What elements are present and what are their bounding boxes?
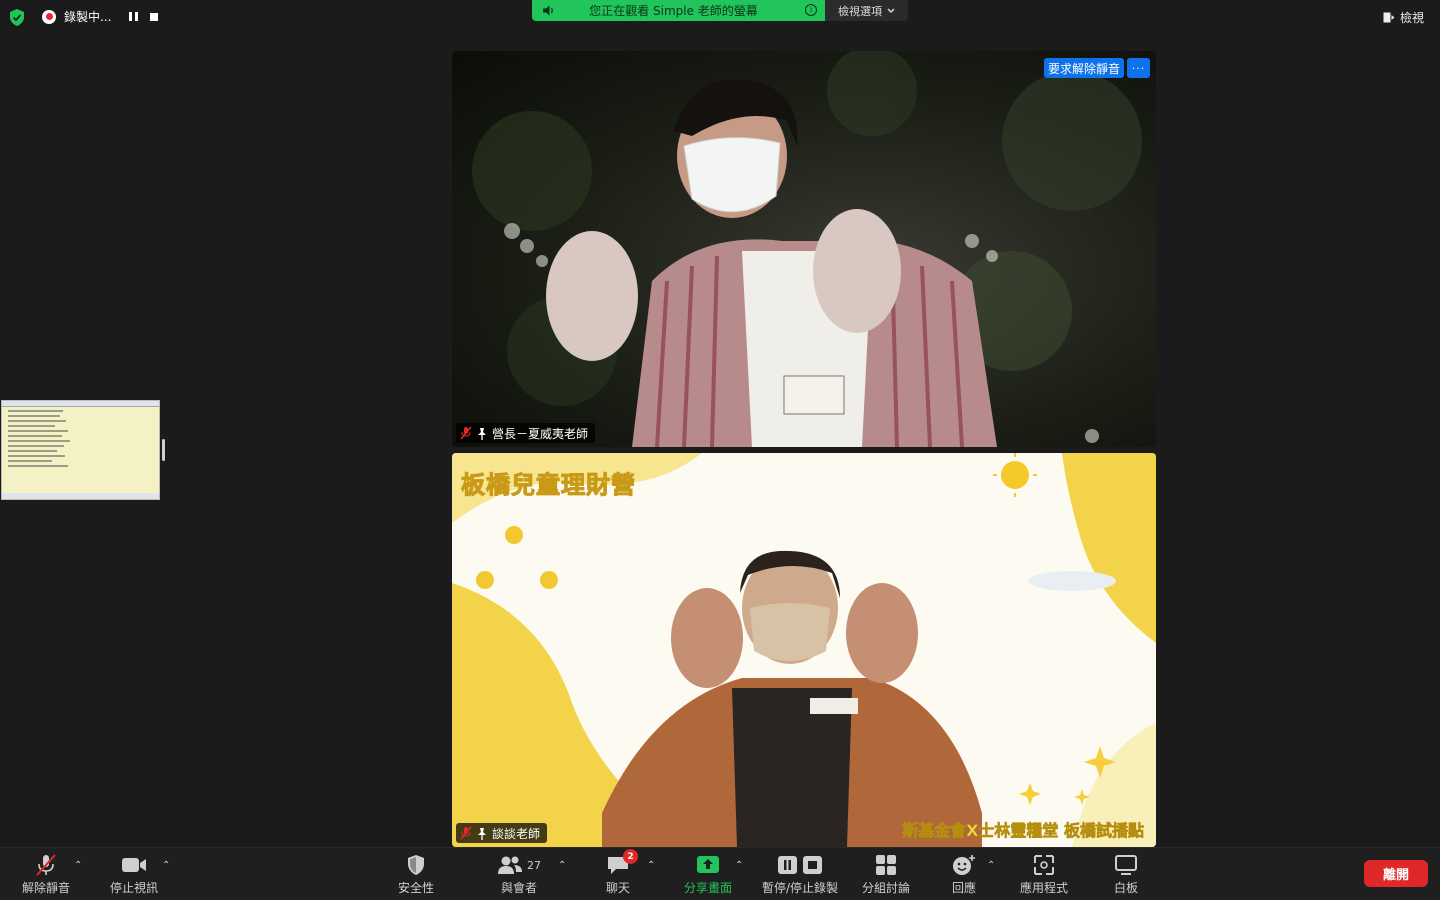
virtual-background: [452, 453, 1156, 847]
security-shield-icon[interactable]: [9, 9, 25, 26]
participant-video: [472, 51, 1142, 447]
view-button[interactable]: 檢視: [1383, 9, 1424, 26]
recording-dot-icon: [42, 9, 56, 24]
pause-recording-icon[interactable]: [129, 12, 139, 21]
pause-stop-recording-button[interactable]: 暫停/停止錄製: [762, 854, 838, 896]
participant-name-tag: 談談老師: [456, 823, 548, 843]
participant-name-tag: 營長－夏威夷老師: [456, 423, 596, 443]
reactions-label: 回應: [952, 881, 977, 895]
mic-muted-icon: [36, 854, 56, 876]
shield-icon: [408, 855, 424, 875]
thumbnail-resize-handle[interactable]: [162, 439, 165, 461]
participants-label: 與會者: [500, 881, 537, 895]
view-label: 檢視: [1399, 11, 1424, 25]
chevron-down-icon: [887, 8, 895, 13]
breakout-rooms-button[interactable]: 分組討論: [862, 854, 910, 896]
view-options-label: 檢視選項: [838, 4, 882, 18]
chat-label: 聊天: [606, 881, 631, 895]
share-status: 您正在觀看 Simple 老師的螢幕 i: [532, 0, 825, 21]
screen-share-banner: 您正在觀看 Simple 老師的螢幕 i 檢視選項: [532, 0, 908, 21]
video-tile-speaker[interactable]: 板橋兒童理財營 斯基金會X士林靈糧堂 板橋試播點 談談老師: [452, 453, 1156, 847]
audio-options-caret-icon[interactable]: ⌃: [74, 860, 82, 871]
apps-icon: [1034, 855, 1054, 875]
background-subtitle: 斯基金會X士林靈糧堂 板橋試播點: [902, 821, 1145, 841]
speaker-icon[interactable]: [542, 5, 556, 16]
stop-recording-icon[interactable]: [150, 12, 159, 21]
breakout-rooms-label: 分組討論: [862, 881, 911, 895]
info-icon[interactable]: i: [805, 4, 817, 16]
smiley-icon: [953, 855, 975, 875]
breakout-rooms-icon: [876, 855, 896, 875]
video-tile-host[interactable]: 要求解除靜音 ··· 營長－夏威夷老師: [452, 51, 1156, 447]
apps-button[interactable]: 應用程式: [1020, 854, 1068, 896]
whiteboard-button[interactable]: 白板: [1114, 854, 1138, 896]
security-label: 安全性: [398, 881, 435, 895]
participant-name: 營長－夏威夷老師: [492, 426, 589, 441]
more-options-button[interactable]: ···: [1127, 58, 1150, 78]
chat-options-caret-icon[interactable]: ⌃: [647, 860, 655, 871]
share-screen-label: 分享畫面: [684, 881, 733, 895]
pause-stop-recording-icon: [778, 856, 823, 874]
share-screen-button[interactable]: 分享畫面: [684, 854, 732, 896]
background-title: 板橋兒童理財營: [461, 471, 636, 500]
unmute-label: 解除靜音: [22, 881, 71, 895]
request-unmute-button[interactable]: 要求解除靜音: [1043, 58, 1124, 78]
pause-stop-recording-label: 暫停/停止錄製: [762, 881, 839, 895]
whiteboard-icon: [1115, 855, 1137, 875]
chat-unread-badge: 2: [623, 849, 638, 864]
view-options-button[interactable]: 檢視選項: [825, 0, 908, 21]
share-screen-icon: [697, 856, 719, 873]
pin-icon: [478, 827, 486, 840]
leave-meeting-button[interactable]: 離開: [1364, 860, 1428, 887]
participants-button[interactable]: 27 與會者: [497, 854, 541, 896]
reactions-button[interactable]: 回應: [952, 854, 976, 896]
view-layout-icon: [1383, 12, 1395, 23]
unmute-button[interactable]: 解除靜音: [22, 854, 70, 896]
mic-muted-icon: [460, 426, 472, 440]
share-banner-text: 您正在觀看 Simple 老師的螢幕: [589, 4, 758, 18]
video-camera-icon: [122, 858, 146, 872]
whiteboard-label: 白板: [1114, 881, 1139, 895]
share-options-caret-icon[interactable]: ⌃: [735, 860, 743, 871]
reactions-options-caret-icon[interactable]: ⌃: [987, 860, 995, 871]
security-button[interactable]: 安全性: [398, 854, 434, 896]
recording-label: 錄製中...: [64, 10, 112, 24]
mic-muted-icon: [460, 826, 472, 840]
stop-video-button[interactable]: 停止視訊: [110, 854, 158, 896]
recording-indicator: 錄製中...: [42, 8, 159, 25]
participants-options-caret-icon[interactable]: ⌃: [558, 860, 566, 871]
chat-button[interactable]: 2 聊天: [606, 849, 638, 896]
participants-count: 27: [527, 858, 541, 872]
apps-label: 應用程式: [1020, 881, 1069, 895]
participants-icon: [498, 856, 522, 874]
pin-icon: [478, 427, 486, 440]
shared-screen-thumbnail[interactable]: [1, 400, 160, 500]
participant-name: 談談老師: [492, 826, 541, 841]
meeting-toolbar: 解除靜音 ⌃ 停止視訊 ⌃ 安全性 27 與會者 ⌃ 2 聊天 ⌃ 分享畫面 ⌃…: [0, 847, 1440, 900]
video-options-caret-icon[interactable]: ⌃: [162, 860, 170, 871]
stop-video-label: 停止視訊: [110, 881, 159, 895]
